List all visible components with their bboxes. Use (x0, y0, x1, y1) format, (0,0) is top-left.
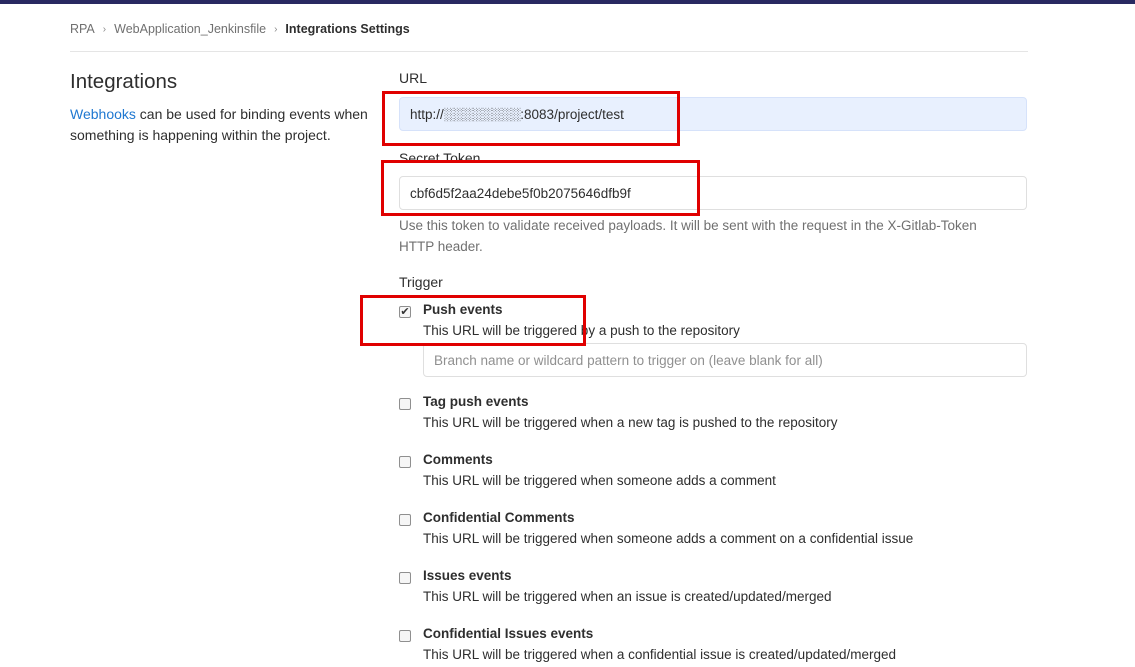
top-nav-bar (0, 0, 1135, 4)
push-events-checkbox[interactable]: ✔ (399, 306, 411, 318)
secret-token-help: Use this token to validate received payl… (399, 218, 977, 254)
event-title: Push events (423, 302, 503, 317)
breadcrumb-rpa[interactable]: RPA (70, 22, 95, 36)
chevron-right-icon: › (274, 23, 278, 35)
event-description: This URL will be triggered when someone … (423, 531, 914, 546)
secret-token-input[interactable] (399, 176, 1027, 210)
event-description: This URL will be triggered by a push to … (423, 323, 740, 338)
page-title: Integrations (70, 70, 178, 93)
event-title: Confidential Comments (423, 510, 575, 525)
event-description: This URL will be triggered when a new ta… (423, 415, 838, 430)
webhooks-link[interactable]: Webhooks (70, 106, 136, 122)
event-title: Tag push events (423, 394, 529, 409)
chevron-right-icon: › (102, 23, 107, 35)
confidential-comments-checkbox[interactable] (399, 514, 411, 526)
breadcrumb-current: Integrations Settings (285, 22, 410, 36)
secret-token-label: Secret Token (399, 150, 481, 166)
event-description: This URL will be triggered when an issue… (423, 589, 832, 604)
header-divider (70, 51, 1028, 52)
event-description: This URL will be triggered when a confid… (423, 647, 897, 662)
integrations-description: Webhooks can be used for binding events … (70, 104, 375, 146)
trigger-label: Trigger (399, 274, 443, 290)
confidential-issues-events-checkbox[interactable] (399, 630, 411, 642)
tag-push-events-checkbox[interactable] (399, 398, 411, 410)
url-label: URL (399, 70, 428, 86)
event-title: Comments (423, 452, 493, 467)
event-description: This URL will be triggered when someone … (423, 473, 776, 488)
issues-events-checkbox[interactable] (399, 572, 411, 584)
check-icon: ✔ (400, 306, 410, 318)
event-title: Confidential Issues events (423, 626, 594, 641)
event-title: Issues events (423, 568, 512, 583)
url-input[interactable] (399, 97, 1027, 131)
breadcrumb-project[interactable]: WebApplication_Jenkinsfile (114, 22, 266, 36)
comments-checkbox[interactable] (399, 456, 411, 468)
branch-filter-input[interactable] (423, 343, 1027, 377)
breadcrumb: RPA › WebApplication_Jenkinsfile › Integ… (70, 21, 410, 37)
